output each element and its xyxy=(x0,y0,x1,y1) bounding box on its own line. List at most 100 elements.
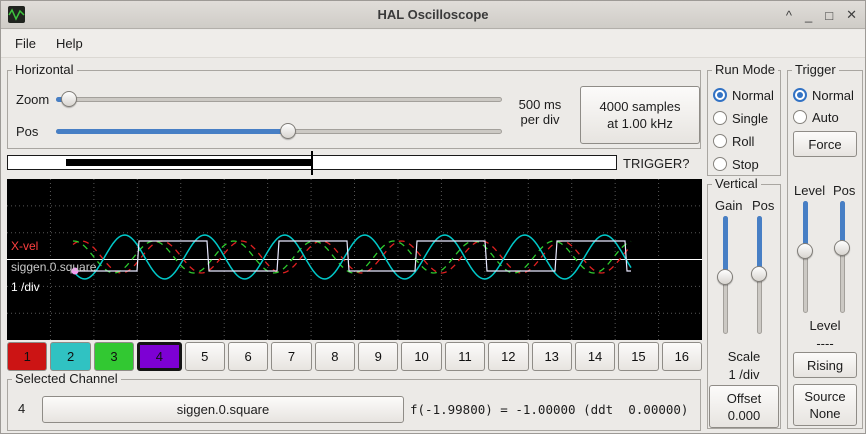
trigger-pos-slider[interactable] xyxy=(833,201,851,313)
samples-button[interactable]: 4000 samples at 1.00 kHz xyxy=(580,86,700,144)
channel-source-label: siggen.0.square xyxy=(177,401,270,418)
radio-icon[interactable] xyxy=(713,111,727,125)
channel-source-button[interactable]: siggen.0.square xyxy=(42,396,404,423)
radio-label: Stop xyxy=(732,157,759,172)
channel-button-3[interactable]: 3 xyxy=(94,342,134,371)
run-mode-frame: Run Mode Normal Single Roll Stop xyxy=(707,70,781,176)
selected-channel-frame: Selected Channel 4 siggen.0.square f(-1.… xyxy=(7,379,701,431)
offset-value: 0.000 xyxy=(728,407,761,424)
zoom-label: Zoom xyxy=(16,92,49,107)
shade-button[interactable]: ^ xyxy=(786,8,792,23)
channel-button-11[interactable]: 11 xyxy=(445,342,485,371)
channel-button-15[interactable]: 15 xyxy=(618,342,658,371)
slider-fill xyxy=(56,129,288,134)
pos-label: Pos xyxy=(16,124,38,139)
zoom-slider[interactable] xyxy=(56,90,502,108)
trigger-mode-normal[interactable]: Normal xyxy=(793,87,854,103)
scope-signal-name: siggen.0.square xyxy=(11,260,96,274)
channel-button-13[interactable]: 13 xyxy=(532,342,572,371)
horizontal-pos-slider[interactable] xyxy=(56,122,502,140)
channel-button-1[interactable]: 1 xyxy=(7,342,47,371)
channel-button-12[interactable]: 12 xyxy=(488,342,528,371)
radio-icon[interactable] xyxy=(793,88,807,102)
minimize-button[interactable]: _ xyxy=(805,8,812,23)
radio-label: Normal xyxy=(732,88,774,103)
scope-display[interactable]: X-vel siggen.0.square 1 /div xyxy=(7,179,702,340)
slider-handle[interactable] xyxy=(751,266,767,282)
menu-help[interactable]: Help xyxy=(46,32,93,55)
run-mode-stop[interactable]: Stop xyxy=(713,156,759,172)
slider-handle[interactable] xyxy=(834,240,850,256)
record-trigger-tick xyxy=(311,151,313,175)
selected-channel-title: Selected Channel xyxy=(12,371,121,386)
channel-button-4[interactable]: 4 xyxy=(137,342,181,371)
rate-per-div-value: 500 ms xyxy=(506,97,574,112)
scope-channel-name: X-vel xyxy=(11,239,38,253)
hal-oscilloscope-window: HAL Oscilloscope ^ _ □ ✕ File Help Horiz… xyxy=(0,0,866,434)
run-mode-roll[interactable]: Roll xyxy=(713,133,754,149)
pos-column-label: Pos xyxy=(833,183,855,198)
force-button[interactable]: Force xyxy=(793,131,857,157)
slider-handle[interactable] xyxy=(61,91,77,107)
samples-rate: at 1.00 kHz xyxy=(607,115,673,132)
channel-button-7[interactable]: 7 xyxy=(271,342,311,371)
radio-icon[interactable] xyxy=(713,134,727,148)
channel-button-14[interactable]: 14 xyxy=(575,342,615,371)
selected-channel-number: 4 xyxy=(18,401,25,416)
vertical-title: Vertical xyxy=(712,176,761,191)
radio-icon[interactable] xyxy=(713,157,727,171)
window-title: HAL Oscilloscope xyxy=(1,7,865,22)
menubar: File Help xyxy=(1,30,865,58)
trigger-mode-auto[interactable]: Auto xyxy=(793,109,839,125)
titlebar[interactable]: HAL Oscilloscope ^ _ □ ✕ xyxy=(1,1,865,29)
radio-icon[interactable] xyxy=(793,110,807,124)
force-label: Force xyxy=(808,136,841,153)
pos-column-label: Pos xyxy=(752,198,774,213)
slider-handle[interactable] xyxy=(797,243,813,259)
channel-button-10[interactable]: 10 xyxy=(401,342,441,371)
slider-track[interactable] xyxy=(56,97,502,102)
radio-icon[interactable] xyxy=(713,88,727,102)
source-value: None xyxy=(809,405,840,422)
radio-label: Auto xyxy=(812,110,839,125)
scope-svg xyxy=(7,179,702,340)
edge-label: Rising xyxy=(807,357,843,374)
slider-handle[interactable] xyxy=(280,123,296,139)
maximize-button[interactable]: □ xyxy=(825,8,833,23)
channel-row: 12345678910111213141516 xyxy=(7,342,702,371)
trigger-source-button[interactable]: Source None xyxy=(793,384,857,426)
slider-handle[interactable] xyxy=(717,269,733,285)
vertical-frame: Vertical Gain Pos Scale 1 /div Offset 0.… xyxy=(707,184,781,429)
offset-button[interactable]: Offset 0.000 xyxy=(709,385,779,428)
run-mode-single[interactable]: Single xyxy=(713,110,768,126)
horizontal-title: Horizontal xyxy=(12,62,77,77)
run-mode-normal[interactable]: Normal xyxy=(713,87,774,103)
edge-button[interactable]: Rising xyxy=(793,352,857,378)
channel-button-6[interactable]: 6 xyxy=(228,342,268,371)
offset-label: Offset xyxy=(727,390,761,407)
record-captured-segment xyxy=(66,159,312,166)
trigger-level-slider[interactable] xyxy=(796,201,814,313)
close-button[interactable]: ✕ xyxy=(846,7,857,23)
value-readout: f(-1.99800) = -1.00000 (ddt 0.00000) xyxy=(410,402,688,417)
samples-count: 4000 samples xyxy=(600,98,681,115)
channel-button-9[interactable]: 9 xyxy=(358,342,398,371)
radio-label: Normal xyxy=(812,88,854,103)
scale-label: Scale xyxy=(708,349,780,364)
slider-fill xyxy=(723,216,728,277)
source-label: Source xyxy=(804,388,845,405)
channel-button-2[interactable]: 2 xyxy=(50,342,90,371)
channel-button-8[interactable]: 8 xyxy=(315,342,355,371)
channel-button-5[interactable]: 5 xyxy=(185,342,225,371)
vertical-gain-slider[interactable] xyxy=(716,216,734,334)
vertical-pos-slider[interactable] xyxy=(750,216,768,334)
radio-label: Single xyxy=(732,111,768,126)
channel-button-16[interactable]: 16 xyxy=(662,342,702,371)
trigger-title: Trigger xyxy=(792,62,839,77)
run-mode-title: Run Mode xyxy=(712,62,778,77)
gain-column-label: Gain xyxy=(715,198,742,213)
menu-file[interactable]: File xyxy=(5,32,46,55)
trigger-status-text: TRIGGER? xyxy=(623,156,689,171)
record-position-bar xyxy=(7,155,617,170)
sample-rate-readout: 500 ms per div xyxy=(506,97,574,127)
